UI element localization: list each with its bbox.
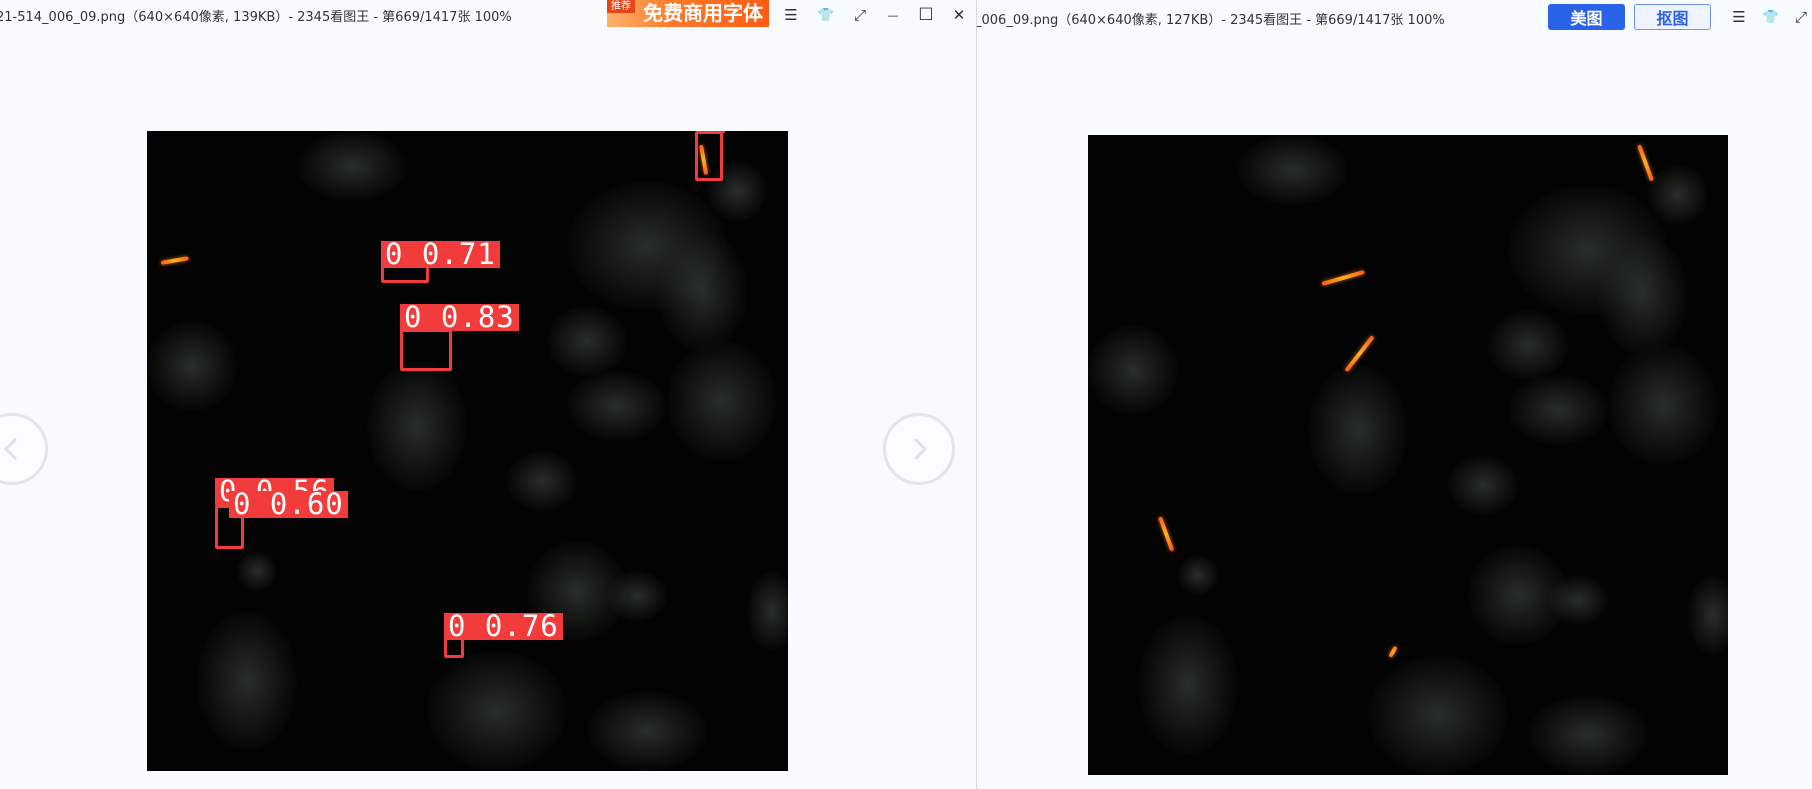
original-image[interactable] bbox=[1088, 135, 1728, 775]
minimize-icon[interactable]: — bbox=[882, 4, 904, 26]
menu-icon[interactable]: ☰ bbox=[780, 4, 802, 26]
bacterium-strand bbox=[160, 256, 189, 265]
cell-blob bbox=[1528, 695, 1648, 775]
cell-blob bbox=[747, 571, 788, 651]
cell-blob bbox=[1088, 325, 1178, 415]
ad-text: 免费商用字体 bbox=[643, 1, 763, 25]
detection-box bbox=[695, 131, 723, 181]
cell-blob bbox=[567, 371, 667, 441]
cell-blob bbox=[1648, 165, 1708, 225]
cell-blob bbox=[1448, 455, 1518, 515]
cell-blob bbox=[587, 691, 707, 771]
detection-label: 0 0.83 bbox=[400, 303, 519, 332]
detection-label: 0 0.71 bbox=[381, 240, 500, 269]
cell-blob bbox=[1368, 655, 1508, 775]
next-image-button[interactable] bbox=[883, 413, 955, 485]
detection-label bbox=[717, 131, 725, 133]
cell-blob bbox=[1688, 575, 1728, 655]
fullscreen-icon[interactable]: ⤢ bbox=[1790, 6, 1812, 28]
cell-blob bbox=[657, 231, 747, 351]
detection-label: 0 0.76 bbox=[444, 612, 563, 641]
right-window-title: _006_09.png（640×640像素, 127KB）- 2345看图王 -… bbox=[977, 13, 1445, 28]
cell-blob bbox=[667, 341, 777, 461]
cell-blob bbox=[367, 361, 467, 491]
meitu-button[interactable]: 美图 bbox=[1548, 4, 1625, 30]
cell-blob bbox=[1238, 135, 1348, 205]
cell-blob bbox=[1508, 375, 1608, 445]
chevron-left-icon bbox=[3, 437, 18, 461]
cell-blob bbox=[507, 451, 577, 511]
chevron-right-icon bbox=[913, 437, 928, 461]
detection-box bbox=[400, 329, 452, 371]
cell-blob bbox=[1548, 575, 1608, 625]
ad-banner[interactable]: 推荐 免费商用字体 bbox=[607, 0, 769, 27]
cell-blob bbox=[1178, 555, 1218, 595]
left-window-title: 21-514_006_09.png（640×640像素, 139KB）- 234… bbox=[0, 10, 512, 25]
maximize-icon[interactable]: ☐ bbox=[915, 4, 937, 26]
cell-blob bbox=[147, 321, 237, 411]
close-icon[interactable]: ✕ bbox=[948, 4, 970, 26]
cell-blob bbox=[297, 131, 407, 201]
ad-tag: 推荐 bbox=[607, 0, 635, 13]
menu-icon[interactable]: ☰ bbox=[1728, 6, 1750, 28]
right-titlebar[interactable]: _006_09.png（640×640像素, 127KB）- 2345看图王 -… bbox=[977, 0, 1812, 30]
koutu-button[interactable]: 抠图 bbox=[1634, 4, 1711, 30]
cell-blob bbox=[197, 611, 297, 751]
cell-blob bbox=[427, 651, 567, 771]
skin-icon[interactable]: 👕 bbox=[1760, 6, 1782, 28]
detection-result-image[interactable]: 0 0.71 0 0.83 0 0.56 0 0.60 0 0.76 bbox=[147, 131, 788, 771]
prev-image-button[interactable] bbox=[0, 413, 48, 485]
cell-blob bbox=[1598, 235, 1688, 355]
cell-blob bbox=[1138, 615, 1238, 755]
fullscreen-icon[interactable]: ⤢ bbox=[849, 4, 871, 26]
bacterium-strand bbox=[1388, 645, 1398, 658]
bacterium-strand bbox=[1321, 269, 1365, 286]
bacterium-strand bbox=[1158, 516, 1175, 552]
left-titlebar[interactable]: 21-514_006_09.png（640×640像素, 139KB）- 234… bbox=[0, 0, 976, 30]
cell-blob bbox=[237, 551, 277, 591]
cell-blob bbox=[1608, 345, 1718, 465]
detection-label: 0 0.60 bbox=[229, 490, 348, 519]
cell-blob bbox=[1308, 365, 1408, 495]
cell-blob bbox=[547, 306, 627, 376]
cell-blob bbox=[1488, 310, 1568, 380]
cell-blob bbox=[607, 571, 667, 621]
left-viewer-window: 21-514_006_09.png（640×640像素, 139KB）- 234… bbox=[0, 0, 976, 789]
skin-icon[interactable]: 👕 bbox=[815, 4, 837, 26]
bacterium-strand bbox=[1637, 144, 1654, 182]
right-viewer-window: _006_09.png（640×640像素, 127KB）- 2345看图王 -… bbox=[977, 0, 1812, 789]
